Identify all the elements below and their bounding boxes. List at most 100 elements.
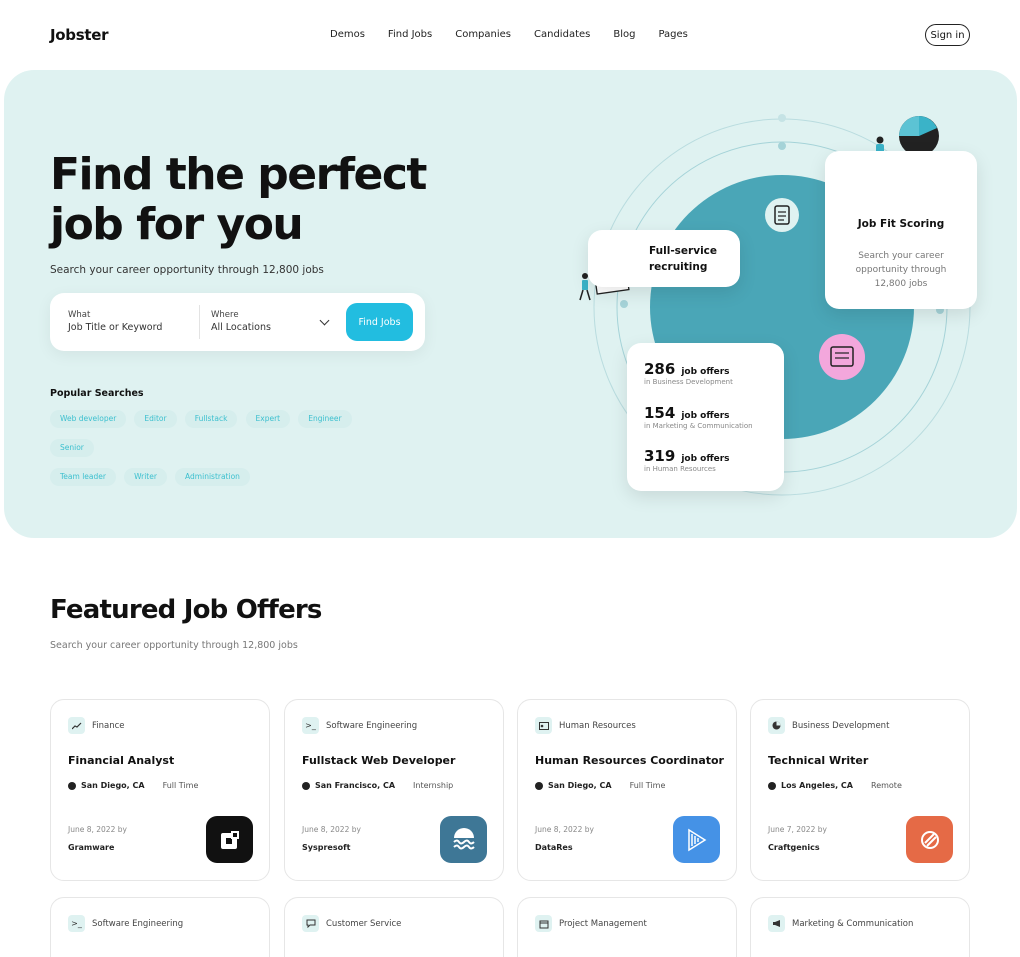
id-card-icon: [535, 717, 552, 734]
stat-sub: in Human Resources: [644, 465, 716, 473]
job-card-fullstack-developer[interactable]: >_ Software Engineering Fullstack Web De…: [284, 699, 504, 881]
job-card-row2-3[interactable]: Project Management: [517, 897, 737, 957]
pie-icon: [768, 717, 785, 734]
nav-companies[interactable]: Companies: [455, 29, 511, 40]
job-meta: San Francisco, CA Internship: [302, 781, 453, 790]
job-location: San Francisco, CA: [315, 781, 396, 790]
job-type: Internship: [413, 781, 454, 790]
job-company[interactable]: DataRes: [535, 843, 573, 852]
job-meta: San Diego, CA Full Time: [68, 781, 198, 790]
job-location: San Diego, CA: [548, 781, 612, 790]
what-field[interactable]: What Job Title or Keyword: [68, 310, 162, 333]
job-type: Remote: [871, 781, 902, 790]
tag-engineer[interactable]: Engineer: [298, 410, 352, 428]
stat-hr: 319 job offers in Human Resources: [644, 446, 730, 473]
job-title[interactable]: Technical Writer: [768, 754, 868, 767]
featured-title: Featured Job Offers: [50, 595, 322, 625]
job-company[interactable]: Craftgenics: [768, 843, 820, 852]
tag-web-developer[interactable]: Web developer: [50, 410, 127, 428]
chat-icon: [302, 915, 319, 932]
tag-expert[interactable]: Expert: [245, 410, 291, 428]
job-title[interactable]: Fullstack Web Developer: [302, 754, 455, 767]
job-category: Project Management: [535, 915, 647, 932]
stat-label: job offers: [681, 454, 730, 464]
job-search-form: What Job Title or Keyword Where All Loca…: [50, 293, 425, 351]
job-category-label: Software Engineering: [92, 918, 184, 929]
job-category-label: Software Engineering: [326, 720, 418, 731]
where-value[interactable]: All Locations: [211, 322, 331, 333]
job-date: June 7, 2022 by: [768, 825, 827, 834]
terminal-icon: >_: [302, 717, 319, 734]
job-date: June 8, 2022 by: [302, 825, 361, 834]
job-category-label: Marketing & Communication: [792, 918, 914, 929]
tag-fullstack[interactable]: Fullstack: [184, 410, 238, 428]
main-nav: Demos Find Jobs Companies Candidates Blo…: [330, 29, 711, 40]
globe-icon: [768, 781, 776, 790]
nav-blog[interactable]: Blog: [613, 29, 635, 40]
hero-title-line-2: job for you: [50, 199, 304, 250]
job-category-label: Customer Service: [326, 918, 402, 929]
hero-section: Find the perfect job for you Search your…: [4, 70, 1017, 538]
terminal-icon: >_: [68, 915, 85, 932]
job-category: Finance: [68, 717, 125, 734]
what-input[interactable]: Job Title or Keyword: [68, 322, 162, 333]
nav-candidates[interactable]: Candidates: [534, 29, 590, 40]
job-type: Full Time: [629, 781, 666, 790]
job-company[interactable]: Syspresoft: [302, 843, 350, 852]
job-card-technical-writer[interactable]: Business Development Technical Writer Lo…: [750, 699, 970, 881]
job-category: Business Development: [768, 717, 889, 734]
job-category: Marketing & Communication: [768, 915, 913, 932]
job-category-label: Project Management: [559, 918, 647, 929]
tag-editor[interactable]: Editor: [134, 410, 177, 428]
job-card-row2-2[interactable]: Customer Service: [284, 897, 504, 957]
job-category-label: Human Resources: [559, 720, 636, 731]
search-divider: [199, 305, 200, 339]
tag-administration[interactable]: Administration: [175, 468, 250, 486]
hero-subtitle: Search your career opportunity through 1…: [50, 264, 324, 276]
tag-writer[interactable]: Writer: [124, 468, 167, 486]
company-logo-gramware: [206, 816, 253, 863]
job-type: Full Time: [162, 781, 199, 790]
company-logo-syspresoft: [440, 816, 487, 863]
job-location: Los Angeles, CA: [781, 781, 853, 790]
job-card-financial-analyst[interactable]: Finance Financial Analyst San Diego, CA …: [50, 699, 270, 881]
nav-demos[interactable]: Demos: [330, 29, 365, 40]
stat-number: 319: [644, 447, 676, 465]
stat-business: 286 job offers in Business Development: [644, 359, 733, 386]
popular-tags: Web developer Editor Fullstack Expert En…: [50, 406, 400, 493]
job-fit-title: Job Fit Scoring: [857, 218, 945, 230]
nav-find-jobs[interactable]: Find Jobs: [388, 29, 432, 40]
tag-senior[interactable]: Senior: [50, 439, 94, 457]
megaphone-icon: [768, 915, 785, 932]
nav-pages[interactable]: Pages: [658, 29, 687, 40]
sign-in-button[interactable]: Sign in: [925, 24, 970, 46]
stat-marketing: 154 job offers in Marketing & Communicati…: [644, 403, 753, 430]
find-jobs-button[interactable]: Find Jobs: [346, 303, 413, 341]
where-label: Where: [211, 310, 239, 320]
what-label: What: [68, 310, 91, 320]
job-title[interactable]: Financial Analyst: [68, 754, 174, 767]
globe-icon: [68, 781, 76, 790]
job-card-hr-coordinator[interactable]: Human Resources Human Resources Coordina…: [517, 699, 737, 881]
globe-icon: [302, 781, 310, 790]
chart-icon: [68, 717, 85, 734]
job-company[interactable]: Gramware: [68, 843, 114, 852]
job-date: June 8, 2022 by: [68, 825, 127, 834]
job-meta: Los Angeles, CA Remote: [768, 781, 902, 790]
job-category: Human Resources: [535, 717, 636, 734]
stat-sub: in Marketing & Communication: [644, 422, 753, 430]
job-title[interactable]: Human Resources Coordinator: [535, 754, 724, 767]
recruiting-card-label: Full-service recruiting: [649, 245, 718, 273]
site-logo[interactable]: Jobster: [50, 26, 109, 44]
job-category-label: Business Development: [792, 720, 890, 731]
featured-subtitle: Search your career opportunity through 1…: [50, 640, 298, 651]
tag-team-leader[interactable]: Team leader: [50, 468, 116, 486]
job-card-row2-4[interactable]: Marketing & Communication: [750, 897, 970, 957]
job-stats-card: 286 job offers in Business Development 15…: [627, 343, 784, 491]
where-select[interactable]: Where All Locations: [211, 310, 331, 333]
stat-sub: in Business Development: [644, 378, 733, 386]
stat-number: 154: [644, 404, 676, 422]
job-meta: San Diego, CA Full Time: [535, 781, 665, 790]
job-category: >_ Software Engineering: [68, 915, 183, 932]
job-card-row2-1[interactable]: >_ Software Engineering: [50, 897, 270, 957]
